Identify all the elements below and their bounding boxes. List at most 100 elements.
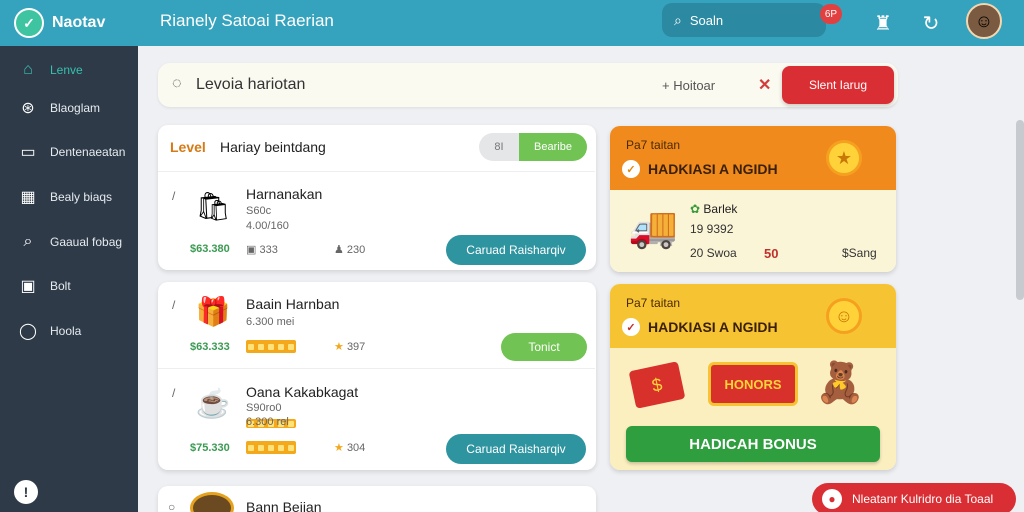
item-action-label: Caruad Raisharqiv	[466, 442, 566, 456]
view-toggle[interactable]: 8I Bearibe	[479, 133, 587, 161]
sidebar-item-label: Hoola	[50, 324, 82, 338]
rating-bar	[246, 340, 296, 353]
sidebar: ✓ Naotav ⌂ Lenve ⊛ Blaoglam ▭ Dentenaeat…	[0, 0, 138, 512]
item-stat: ▣ 333	[246, 244, 278, 256]
gift-bag-icon: 🛍	[195, 190, 231, 222]
logo-icon: ✓	[14, 8, 44, 38]
bonus-button[interactable]: HADICAH BONUS	[626, 426, 880, 462]
listing-title: Hariay beintdang	[220, 139, 326, 155]
sidebar-item-bolt[interactable]: ▣ Bolt	[0, 268, 138, 304]
app-name: Naotav	[52, 14, 106, 31]
promo-body: 🚚 ✿ Barlek 19 9392 20 Swoa 50 $Sang	[610, 190, 896, 272]
item-name: Bann Beiian	[246, 499, 322, 512]
promo-title-text: HADKIASI A NGIDH	[648, 161, 778, 177]
star-icon: ★	[334, 341, 344, 353]
top-bar: Rianely Satoai Raerian ⌕ Soaln 6P ♜ ↻ ☺	[138, 0, 1024, 46]
gift-icon[interactable]: ♜	[870, 10, 896, 36]
item-name: Baain Harnban	[246, 296, 340, 312]
item-price: $75.330	[190, 442, 230, 454]
item-action-button[interactable]: Caruad Raisharqiv	[446, 434, 586, 464]
item-rating: ★ 304	[334, 442, 366, 454]
page-title: Rianely Satoai Raerian	[160, 11, 334, 30]
item-rating: ★ 397	[334, 341, 366, 353]
filter-bar: ◌ Levoia hariotan + Hoitoar ✕ Slent Iaru…	[158, 63, 898, 107]
sidebar-item-hoola[interactable]: ◯ Hoola	[0, 313, 138, 349]
notification-badge[interactable]: 6P	[820, 4, 842, 24]
chat-icon: ◌	[172, 75, 182, 92]
promo-header: Pa7 taitan ✓ HADKIASI A NGIDH ★	[610, 126, 896, 190]
item-name: Oana Kakabkagat	[246, 384, 359, 400]
gift-box-icon: 🎁	[195, 295, 231, 327]
chevron-icon[interactable]: /	[172, 386, 175, 400]
promo-sup: Pa7 taitan	[626, 296, 681, 310]
promo-sup: Pa7 taitan	[626, 138, 681, 152]
listing-card: Level Hariay beintdang 8I Bearibe / 🛍 Ha…	[158, 125, 596, 270]
clear-icon[interactable]: ✕	[758, 75, 771, 95]
search-label: Soaln	[689, 12, 724, 28]
check-icon: ✓	[622, 160, 640, 178]
chevron-icon[interactable]: /	[172, 189, 175, 203]
level-label: Level	[170, 139, 206, 155]
toggle-option-on[interactable]: Bearibe	[519, 133, 587, 161]
clover-icon: ✿	[690, 202, 701, 216]
sidebar-item-label: Gaaual fobag	[50, 235, 123, 249]
sidebar-item-label: Lenve	[50, 63, 83, 77]
sidebar-item-label: Bolt	[50, 279, 71, 293]
chevron-icon[interactable]: /	[172, 298, 175, 312]
honors-banner: HONORS	[708, 362, 798, 406]
divider	[158, 368, 595, 369]
promo-stat: $Sang	[842, 246, 877, 260]
promo-stat: 50	[764, 246, 779, 261]
promo-body: $ HONORS 🧸 HADICAH BONUS	[610, 348, 896, 470]
chevron-icon[interactable]: ○	[168, 500, 175, 512]
item-price: $63.380	[190, 243, 230, 255]
sidebar-item-lenve[interactable]: ⌂ Lenve	[0, 52, 138, 88]
toggle-option-off[interactable]: 8I	[479, 133, 519, 161]
app-logo[interactable]: ✓ Naotav	[0, 0, 138, 46]
filter-query[interactable]: Levoia hariotan	[196, 76, 305, 94]
item-action-label: Tonict	[528, 340, 560, 354]
sidebar-item-blaoglam[interactable]: ⊛ Blaoglam	[0, 90, 138, 126]
listing-card-3: ○ Bann Beiian	[158, 486, 596, 512]
promo-body-value: 19 9392	[690, 222, 734, 236]
item-sub: S90ro0	[246, 402, 282, 414]
star-icon: ★	[334, 442, 344, 454]
sidebar-item-gaaual-fobag[interactable]: ⌕ Gaaual fobag	[0, 224, 138, 260]
rating-bar	[246, 441, 296, 454]
ticket-icon: $	[628, 361, 686, 409]
avatar[interactable]: ☺	[966, 3, 1002, 39]
truck-icon: 🚚	[628, 205, 678, 250]
medal-icon: ☺	[826, 298, 862, 334]
promo-title: ✓ HADKIASI A NGIDH	[622, 318, 778, 336]
promo-card-2[interactable]: Pa7 taitan ✓ HADKIASI A NGIDH ☺ $ HONORS…	[610, 284, 896, 470]
item-sub: 4.00/160	[246, 220, 289, 232]
toast-text: Nleatanr Kulridro dia Toaal	[852, 492, 994, 506]
item-action-button[interactable]: Tonict	[501, 333, 587, 361]
item-price: $63.333	[190, 341, 230, 353]
help-icon[interactable]: !	[14, 480, 38, 504]
cycle-icon: ⊛	[21, 100, 35, 117]
item-sub: 6.300 rel	[246, 416, 289, 428]
circle-icon: ◯	[19, 323, 37, 340]
bonus-button-label: HADICAH BONUS	[689, 435, 817, 453]
calendar-icon: ▣	[20, 278, 36, 295]
chat-bubble-icon: ●	[822, 489, 842, 509]
search-icon: ⌕	[674, 11, 682, 28]
toast-notification[interactable]: ● Nleatanr Kulridro dia Toaal	[812, 483, 1016, 512]
scrollbar[interactable]	[1016, 120, 1024, 300]
item-sub: S60c	[246, 205, 272, 217]
start-button[interactable]: Slent Iarug	[782, 66, 894, 104]
promo-stat: 20 Swoa	[690, 246, 737, 260]
filter-alt-link[interactable]: + Hoitoar	[662, 78, 715, 93]
sidebar-item-bealy-biaqs[interactable]: ▦ Bealy biaqs	[0, 179, 138, 215]
sidebar-item-label: Blaoglam	[50, 101, 101, 115]
promo-card-1[interactable]: Pa7 taitan ✓ HADKIASI A NGIDH ★ 🚚 ✿ Barl…	[610, 126, 896, 272]
listing-card-2: / 🎁 Baain Harnban 6.300 mei $63.333 ★ 39…	[158, 282, 596, 470]
item-action-button[interactable]: Caruad Raisharqiv	[446, 235, 586, 265]
sidebar-item-dentenaeatan[interactable]: ▭ Dentenaeatan	[0, 134, 138, 170]
search-input[interactable]: ⌕ Soaln	[662, 3, 826, 37]
crate-icon	[190, 492, 234, 512]
refresh-icon[interactable]: ↻	[918, 10, 944, 36]
monitor-icon: ▭	[20, 144, 36, 161]
promo-title-text: HADKIASI A NGIDH	[648, 319, 778, 335]
